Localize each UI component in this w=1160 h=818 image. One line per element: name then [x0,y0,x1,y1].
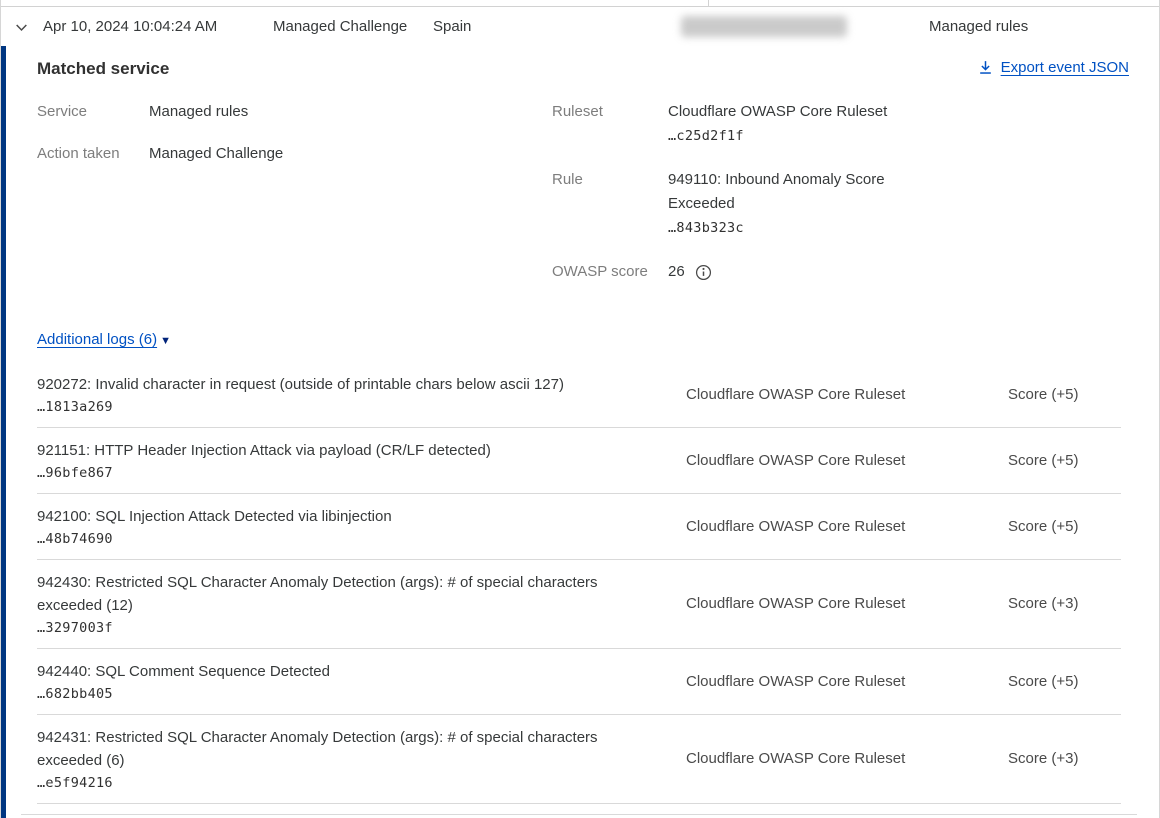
owasp-score-value: 26 [668,260,685,284]
field-label: Rule [552,168,668,240]
field-action-taken: Action taken Managed Challenge [37,142,552,166]
divider [21,814,1137,815]
log-rule-id: …1813a269 [37,399,686,415]
log-rule-id: …682bb405 [37,686,686,702]
log-description: 942100: SQL Injection Attack Detected vi… [37,505,649,528]
ruleset-fields: Ruleset Cloudflare OWASP Core Ruleset …c… [552,100,1092,304]
log-row: 942430: Restricted SQL Character Anomaly… [37,560,1121,649]
field-value: Managed rules [149,100,248,124]
log-description: 942440: SQL Comment Sequence Detected [37,660,649,683]
event-row[interactable]: Apr 10, 2024 10:04:24 AM Managed Challen… [1,7,1159,46]
log-score: Score (+5) [1008,673,1121,690]
matched-service-fields: Service Managed rules Action taken Manag… [1,100,552,304]
log-row: 942440: SQL Comment Sequence Detected …6… [37,649,1121,715]
event-service: Managed rules [929,18,1028,35]
selected-row-indicator [1,46,6,818]
additional-logs-label: Additional logs (6) [37,331,157,348]
chevron-down-icon[interactable] [14,20,29,39]
ruleset-id: …c25d2f1f [668,124,916,148]
event-country: Spain [433,18,471,35]
log-score: Score (+5) [1008,386,1121,403]
export-event-json-link[interactable]: Export event JSON [977,59,1129,76]
log-row: 920272: Invalid character in request (ou… [37,362,1121,428]
log-ruleset: Cloudflare OWASP Core Ruleset [686,518,1008,535]
ruleset-name: Cloudflare OWASP Core Ruleset [668,100,916,124]
log-rule-id: …96bfe867 [37,465,686,481]
field-owasp-score: OWASP score 26 [552,260,1092,284]
field-value: Managed Challenge [149,142,283,166]
rule-name: 949110: Inbound Anomaly Score Exceeded [668,168,916,216]
log-description: 921151: HTTP Header Injection Attack via… [37,439,649,462]
event-detail-body: Matched service Export event JSON Servic… [1,46,1159,818]
additional-logs-list: 920272: Invalid character in request (ou… [1,362,1159,804]
log-row: 942100: SQL Injection Attack Detected vi… [37,494,1121,560]
firewall-event-detail-panel: Apr 10, 2024 10:04:24 AM Managed Challen… [0,0,1160,818]
log-ruleset: Cloudflare OWASP Core Ruleset [686,750,1008,767]
divider [708,0,709,6]
log-description: 942430: Restricted SQL Character Anomaly… [37,571,649,617]
log-ruleset: Cloudflare OWASP Core Ruleset [686,595,1008,612]
field-label: Ruleset [552,100,668,148]
log-ruleset: Cloudflare OWASP Core Ruleset [686,386,1008,403]
info-icon[interactable] [695,264,712,281]
field-label: Action taken [37,142,149,166]
export-link-label: Export event JSON [1001,59,1129,76]
log-description: 920272: Invalid character in request (ou… [37,373,649,396]
field-ruleset: Ruleset Cloudflare OWASP Core Ruleset …c… [552,100,1092,148]
log-score: Score (+3) [1008,750,1121,767]
log-row: 921151: HTTP Header Injection Attack via… [37,428,1121,494]
caret-down-icon: ▼ [160,335,171,347]
log-description: 942431: Restricted SQL Character Anomaly… [37,726,649,772]
log-row: 942431: Restricted SQL Character Anomaly… [37,715,1121,804]
event-action: Managed Challenge [273,18,407,35]
log-ruleset: Cloudflare OWASP Core Ruleset [686,452,1008,469]
download-icon [977,59,994,76]
rule-id: …843b323c [668,216,916,240]
log-score: Score (+5) [1008,452,1121,469]
log-score: Score (+3) [1008,595,1121,612]
field-label: Service [37,100,149,124]
field-rule: Rule 949110: Inbound Anomaly Score Excee… [552,168,1092,240]
redacted-value [681,16,847,37]
field-service: Service Managed rules [37,100,552,124]
log-score: Score (+5) [1008,518,1121,535]
log-rule-id: …3297003f [37,620,686,636]
event-timestamp: Apr 10, 2024 10:04:24 AM [43,18,217,35]
log-rule-id: …48b74690 [37,531,686,547]
field-label: OWASP score [552,260,668,284]
log-rule-id: …e5f94216 [37,775,686,791]
panel-title: Matched service [37,59,169,79]
log-ruleset: Cloudflare OWASP Core Ruleset [686,673,1008,690]
additional-logs-toggle[interactable]: Additional logs (6) ▼ [37,331,171,348]
